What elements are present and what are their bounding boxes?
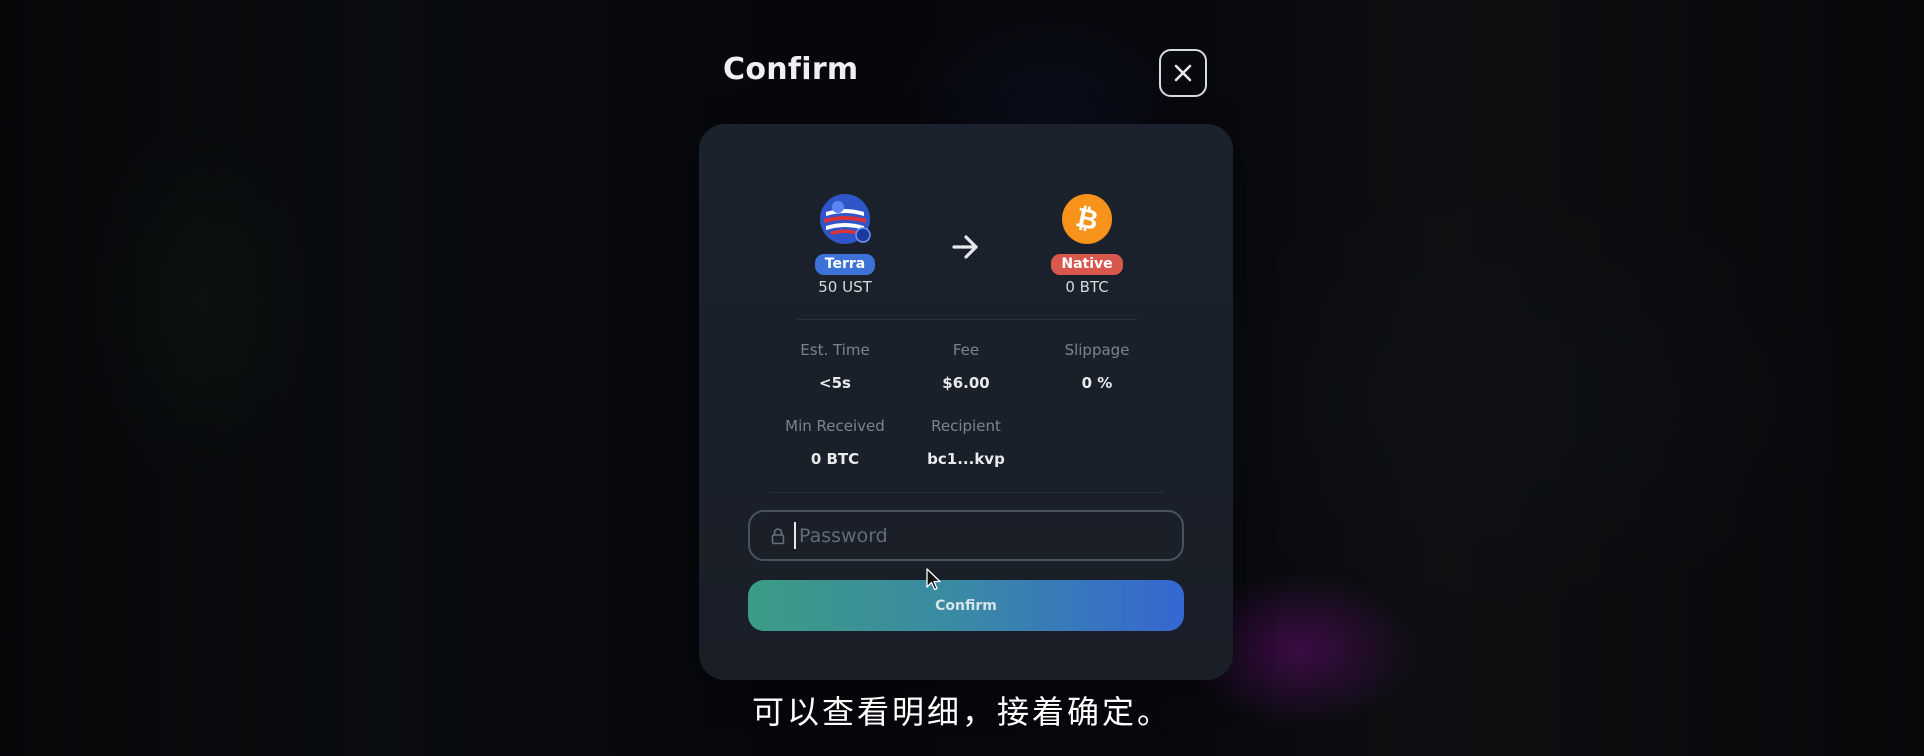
password-field[interactable] bbox=[748, 510, 1184, 561]
mouse-pointer-icon bbox=[926, 568, 941, 591]
detail-label: Min Received bbox=[785, 417, 885, 435]
password-input[interactable] bbox=[797, 523, 1161, 548]
arrow-right-icon bbox=[952, 235, 978, 259]
detail-value: $6.00 bbox=[942, 374, 990, 392]
close-icon bbox=[1174, 64, 1192, 82]
text-caret bbox=[794, 522, 796, 549]
detail-slippage: Slippage 0 % bbox=[1027, 341, 1167, 392]
detail-value: <5s bbox=[819, 374, 851, 392]
terra-ust-icon bbox=[820, 194, 871, 244]
detail-label: Est. Time bbox=[800, 341, 870, 359]
detail-label: Slippage bbox=[1064, 341, 1130, 359]
detail-min-received: Min Received 0 BTC bbox=[765, 417, 905, 468]
detail-est-time: Est. Time <5s bbox=[765, 341, 905, 392]
divider bbox=[770, 492, 1164, 493]
chain-badge-native: Native bbox=[1051, 254, 1123, 275]
chain-badge-terra: Terra bbox=[814, 254, 876, 275]
detail-value: 0 BTC bbox=[810, 450, 860, 468]
bitcoin-icon: ₿ bbox=[1062, 194, 1112, 244]
detail-value: 0 % bbox=[1081, 374, 1113, 392]
dialog-title: Confirm bbox=[723, 52, 859, 87]
detail-value: bc1...kvp bbox=[927, 450, 1005, 468]
detail-label: Recipient bbox=[931, 417, 1001, 435]
from-amount: 50 UST bbox=[818, 278, 872, 296]
video-subtitle: 可以查看明细，接着确定。 bbox=[751, 693, 1172, 731]
to-amount: 0 BTC bbox=[1065, 278, 1109, 296]
swap-to: ₿ Native 0 BTC bbox=[1017, 192, 1157, 296]
close-button[interactable] bbox=[1159, 49, 1207, 97]
lock-icon bbox=[771, 527, 785, 544]
swap-from: Terra 50 UST bbox=[775, 192, 915, 296]
confirm-button[interactable]: Confirm bbox=[748, 580, 1184, 631]
detail-fee: Fee $6.00 bbox=[896, 341, 1036, 392]
detail-label: Fee bbox=[952, 341, 980, 359]
divider bbox=[797, 319, 1137, 320]
detail-recipient: Recipient bc1...kvp bbox=[896, 417, 1036, 468]
